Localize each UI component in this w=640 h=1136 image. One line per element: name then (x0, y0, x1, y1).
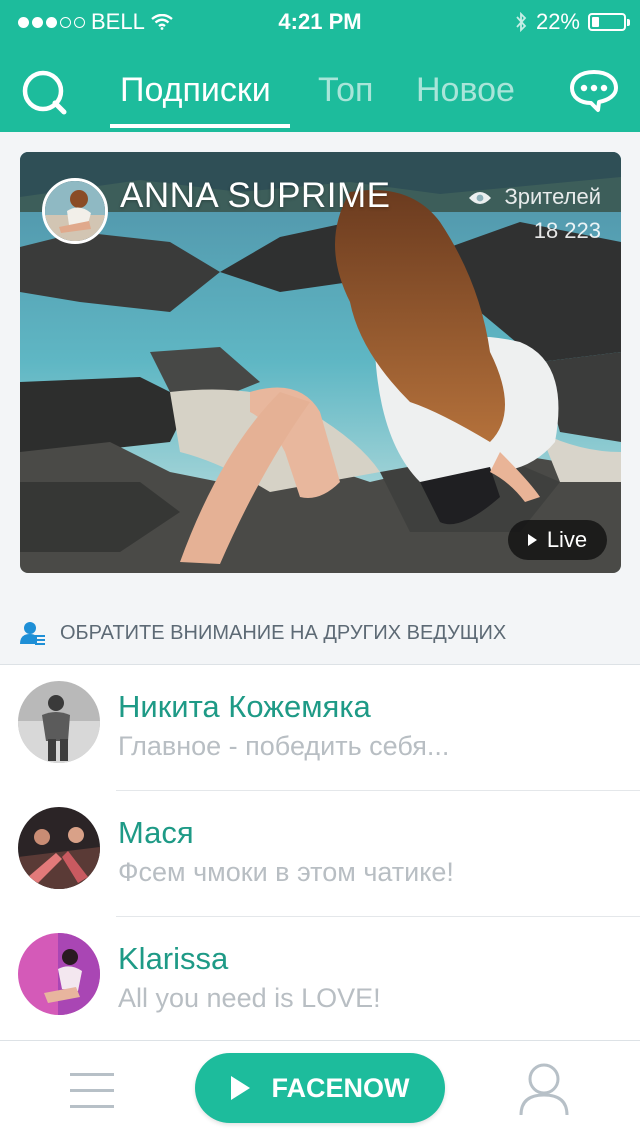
active-tab-indicator (110, 124, 290, 128)
tab-subscriptions[interactable]: Подписки (120, 68, 271, 112)
streamer-avatar[interactable] (42, 178, 108, 244)
tab-top[interactable]: Топ (318, 68, 373, 112)
streamer-name: Klarissa (118, 941, 229, 976)
facenow-label: FACENOW (271, 1072, 410, 1103)
tab-new[interactable]: Новое (416, 68, 515, 112)
live-label: Live (546, 527, 588, 552)
profile-icon[interactable] (518, 1061, 570, 1117)
avatar (18, 807, 100, 889)
nav-bar: Подписки Топ Новое (0, 40, 640, 132)
list-item[interactable]: Klarissa All you need is LOVE! (0, 917, 640, 1043)
avatar (18, 681, 100, 763)
eye-icon (469, 192, 492, 205)
streamer-name: Никита Кожемяка (118, 689, 371, 724)
search-icon[interactable] (20, 68, 70, 118)
play-icon (230, 1076, 250, 1100)
streamer-name: ANNA SUPRIME (120, 176, 391, 215)
viewers-label: Зрителей (504, 184, 601, 209)
menu-icon[interactable] (70, 1073, 114, 1109)
streamer-status: Фсем чмоки в этом чатике! (118, 857, 454, 887)
battery-status: 22% (514, 9, 630, 35)
header: BELL 4:21 PM 22% Подписки Топ Новое (0, 0, 640, 132)
streamer-status: All you need is LOVE! (118, 983, 381, 1013)
list-item[interactable]: Мася Фсем чмоки в этом чатике! (0, 791, 640, 917)
live-button[interactable]: Live (508, 520, 607, 560)
section-header: ОБРАТИТЕ ВНИМАНИЕ НА ДРУГИХ ВЕДУЩИХ (20, 620, 506, 646)
facenow-button[interactable]: FACENOW (195, 1053, 445, 1123)
viewers-count: 18 223 (533, 218, 601, 243)
section-title: ОБРАТИТЕ ВНИМАНИЕ НА ДРУГИХ ВЕДУЩИХ (60, 621, 507, 644)
status-bar: BELL 4:21 PM 22% (0, 0, 640, 40)
bottom-bar: FACENOW (0, 1040, 640, 1136)
bluetooth-icon (516, 12, 527, 32)
streamer-name: Мася (118, 815, 194, 850)
battery-icon (588, 13, 630, 31)
battery-percent: 22% (535, 9, 580, 34)
user-list-icon (20, 622, 45, 645)
chat-bubble-icon[interactable] (568, 68, 620, 114)
play-icon (527, 534, 537, 546)
streamer-list: Никита Кожемяка Главное - победить себя.… (0, 664, 640, 1040)
streamer-status: Главное - победить себя... (118, 731, 450, 761)
featured-stream-card[interactable]: ANNA SUPRIME Зрителей 18 223 Live (20, 152, 621, 573)
list-item[interactable]: Никита Кожемяка Главное - победить себя.… (0, 665, 640, 791)
avatar (18, 933, 100, 1015)
viewers-counter: Зрителей 18 223 (468, 180, 601, 248)
